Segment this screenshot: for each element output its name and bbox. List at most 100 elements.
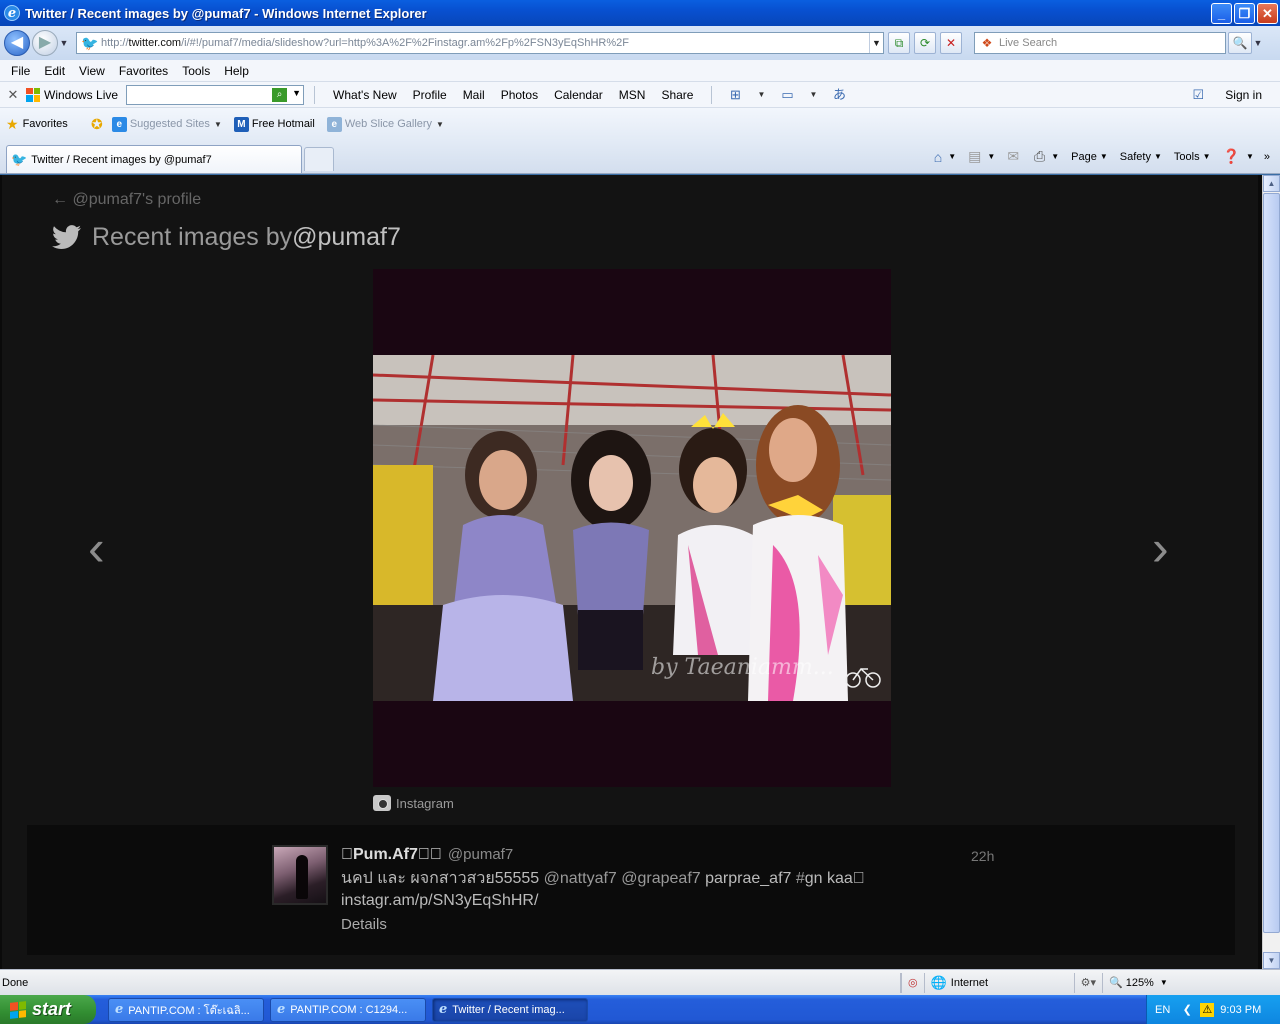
window-title: Twitter / Recent images by @pumaf7 - Win… (25, 5, 427, 21)
link-profile[interactable]: Profile (405, 88, 455, 102)
menu-file[interactable]: File (4, 64, 37, 78)
add-to-favorites-icon[interactable]: ✪ (88, 115, 106, 133)
translate-icon[interactable]: あ (830, 87, 848, 103)
slideshow-photo[interactable]: by Taeaniamm... (373, 355, 891, 701)
next-image-button[interactable]: › (1152, 519, 1169, 577)
menu-edit[interactable]: Edit (37, 64, 72, 78)
read-mail-button[interactable]: ✉ (1007, 148, 1022, 165)
vertical-scrollbar[interactable]: ▲ ▼ (1262, 175, 1280, 969)
internet-zone-label: Internet (950, 976, 989, 989)
sign-in-link[interactable]: ☑ Sign in (1185, 86, 1280, 104)
page-menu[interactable]: Page ▼ (1071, 151, 1108, 163)
mention-link[interactable]: @grapeaf7 (621, 870, 700, 887)
live-search-dropdown-icon[interactable]: ▼ (292, 88, 301, 98)
taskbar-item-label: Twitter / Recent imag... (452, 1003, 565, 1016)
warning-icon[interactable]: ⚠ (1200, 1002, 1215, 1017)
link-photos[interactable]: Photos (493, 88, 546, 102)
language-indicator[interactable]: EN (1155, 1004, 1170, 1016)
menu-tools[interactable]: Tools (175, 64, 217, 78)
privacy-icon[interactable]: ◎ (901, 972, 924, 993)
feeds-button[interactable]: ▤ ▼ (968, 148, 995, 165)
back-button[interactable]: ◀ (4, 30, 30, 56)
more-commands-icon[interactable]: » (1264, 151, 1270, 163)
taskbar-item-pantip-1[interactable]: e PANTIP.COM : โต๊ะเฉลิ... (108, 997, 264, 1022)
tweet-author-name[interactable]:  Pum.Af7   (341, 846, 442, 863)
protected-mode-icon[interactable]: ⚙▾ (1073, 972, 1102, 993)
start-button[interactable]: start (0, 995, 96, 1024)
history-dropdown-icon[interactable]: ▼ (58, 38, 70, 48)
close-button[interactable]: ✕ (1257, 2, 1278, 24)
tab-twitter[interactable]: 🐦 Twitter / Recent images by @pumaf7 (6, 145, 302, 173)
previous-image-button[interactable]: ‹ (88, 519, 105, 577)
link-calendar[interactable]: Calendar (546, 88, 611, 102)
image-frame: by Taeaniamm... (373, 269, 891, 787)
taskbar-item-twitter[interactable]: e Twitter / Recent imag... (432, 997, 588, 1022)
link-share[interactable]: Share (653, 88, 701, 102)
address-toolbar: ◀ ▶ ▼ 🐦 http://twitter.com/i/#!/pumaf7/m… (0, 26, 1280, 60)
instagram-source-link[interactable]: Instagram (373, 795, 454, 811)
zoom-level-label: 125% (1125, 976, 1154, 989)
help-icon: ❓ (1222, 148, 1240, 164)
scroll-down-arrow-icon[interactable]: ▼ (1263, 952, 1280, 969)
suggested-sites-button[interactable]: e Suggested Sites ▼ (111, 116, 222, 132)
tweet-author[interactable]:  Pum.Af7   @pumaf7 (341, 846, 513, 864)
tweet-timestamp[interactable]: 22h (971, 848, 994, 864)
menu-view[interactable]: View (72, 64, 112, 78)
scroll-thumb[interactable] (1263, 193, 1280, 933)
back-to-profile-link[interactable]: ← @pumaf7's profile (52, 191, 201, 209)
tweet-link[interactable]: instagr.am/p/SN3yEqShHR/ (341, 892, 538, 909)
hashtag-link[interactable]: # (796, 870, 805, 887)
window-icon[interactable]: ▭ (778, 87, 796, 103)
help-button[interactable]: ❓ ▼ (1223, 148, 1254, 165)
internet-zone[interactable]: 🌐 Internet (923, 972, 1074, 993)
safety-menu[interactable]: Safety ▼ (1120, 151, 1162, 163)
windows-live-brand[interactable]: Windows Live (26, 87, 126, 102)
search-button[interactable]: 🔍 (1228, 32, 1252, 54)
favorites-button[interactable]: ★ Favorites (6, 116, 68, 133)
free-hotmail-label: Free Hotmail (251, 118, 315, 130)
avatar[interactable] (272, 845, 328, 905)
live-search-go-icon[interactable]: ⌕ (272, 87, 288, 102)
windows-live-search-input[interactable]: ⌕ ▼ (126, 84, 305, 105)
windows-flag-icon (10, 1000, 26, 1019)
print-button[interactable]: ⎙ ▼ (1034, 148, 1059, 165)
compatibility-view-button[interactable]: ⧉ (888, 32, 910, 54)
close-toolbar-icon[interactable]: ✕ (0, 87, 26, 103)
zoom-level-button[interactable]: 🔍 125% ▼ (1102, 972, 1180, 993)
stop-button[interactable]: ✕ (940, 32, 962, 54)
mention-link[interactable]: @nattyaf7 (544, 870, 617, 887)
link-mail[interactable]: Mail (455, 88, 493, 102)
search-options-dropdown-icon[interactable]: ▼ (1252, 38, 1264, 48)
toolbar-separator (711, 85, 713, 104)
menu-favorites[interactable]: Favorites (112, 64, 175, 78)
address-url[interactable]: http://twitter.com/i/#!/pumaf7/media/sli… (101, 37, 869, 49)
web-slice-gallery-button[interactable]: e Web Slice Gallery ▼ (326, 116, 444, 132)
link-msn[interactable]: MSN (611, 88, 654, 102)
address-bar[interactable]: 🐦 http://twitter.com/i/#!/pumaf7/media/s… (76, 32, 884, 54)
refresh-button[interactable]: ⟳ (914, 32, 936, 54)
tweet-author-handle[interactable]: @pumaf7 (448, 846, 513, 863)
maximize-button[interactable]: ❐ (1234, 2, 1255, 24)
ie-icon: e (439, 1002, 448, 1017)
free-hotmail-link[interactable]: M Free Hotmail (233, 116, 315, 132)
tray-expand-icon[interactable]: ❮ (1180, 1003, 1194, 1017)
home-button[interactable]: ⌂ ▼ (934, 149, 956, 165)
taskbar-item-pantip-2[interactable]: e PANTIP.COM : C1294... (270, 997, 426, 1022)
clock[interactable]: 9:03 PM (1220, 1004, 1261, 1016)
new-tab-button[interactable] (304, 147, 334, 171)
command-bar: ⌂ ▼ ▤ ▼ ✉ ⎙ ▼ Page ▼ Safety ▼ Tools ▼ ❓ ▼ » (922, 148, 1270, 165)
add-gadget-icon[interactable]: ⊞ (726, 87, 744, 103)
scroll-up-arrow-icon[interactable]: ▲ (1263, 175, 1280, 192)
dropdown-icon[interactable]: ▼ (804, 87, 822, 103)
page-title-handle[interactable]: @pumaf7 (292, 223, 401, 252)
link-whats-new[interactable]: What's New (325, 88, 405, 102)
live-search-box[interactable]: ❖ Live Search (974, 32, 1226, 54)
forward-button[interactable]: ▶ (32, 30, 58, 56)
tools-menu[interactable]: Tools ▼ (1174, 151, 1211, 163)
minimize-button[interactable]: _ (1211, 2, 1232, 24)
dropdown-icon[interactable]: ▼ (752, 87, 770, 103)
address-dropdown-icon[interactable]: ▼ (869, 33, 883, 53)
tweet-details-link[interactable]: Details (341, 916, 387, 933)
taskbar: start e PANTIP.COM : โต๊ะเฉลิ... e PANTIP.… (0, 995, 1280, 1024)
menu-help[interactable]: Help (217, 64, 256, 78)
